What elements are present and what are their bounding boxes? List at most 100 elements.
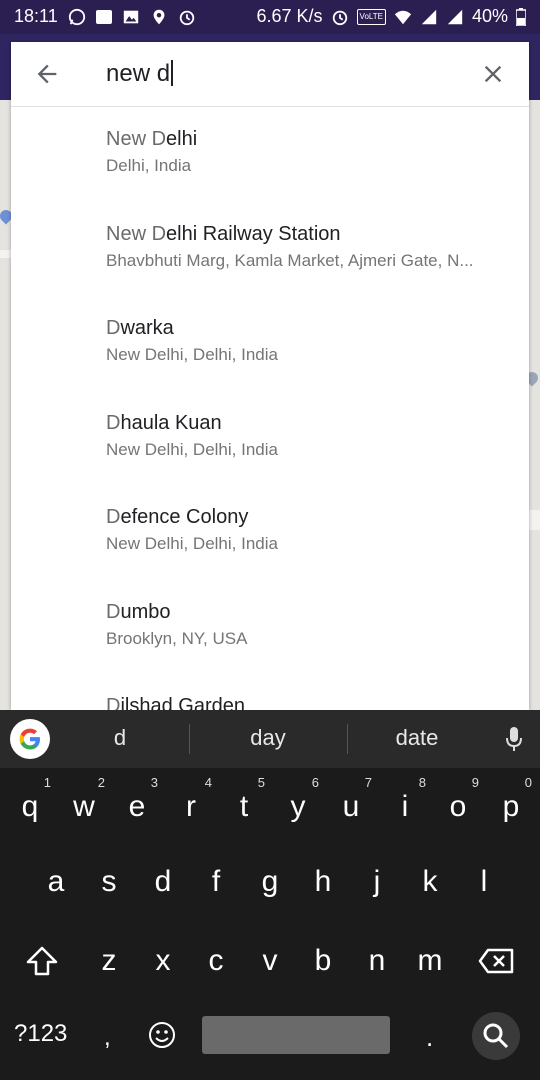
signal-icon (447, 9, 463, 24)
comma-key[interactable]: , (104, 1024, 111, 1052)
result-title: New Delhi Railway Station (106, 223, 341, 246)
key-a[interactable]: a (29, 847, 83, 917)
key-c[interactable]: c (189, 926, 243, 996)
key-label: m (417, 944, 443, 977)
key-s[interactable]: s (82, 847, 136, 917)
key-number-hint: 9 (471, 775, 479, 790)
key-i[interactable]: 8i (378, 772, 432, 842)
close-icon[interactable] (479, 60, 507, 88)
suggestion-divider (189, 724, 190, 754)
suggestion-item[interactable]: d (70, 725, 170, 751)
status-left: 18:11 (14, 6, 196, 27)
key-label: g (261, 865, 279, 898)
key-label: x (155, 944, 171, 977)
result-title-match: D (106, 411, 121, 434)
result-title-match: New D (106, 128, 167, 150)
map-road (528, 510, 540, 530)
key-label: a (47, 865, 65, 898)
key-r[interactable]: 4r (164, 772, 218, 842)
result-title-match: D (106, 506, 121, 528)
search-query-text: new d (106, 60, 171, 87)
result-title-rest: haula Kuan (120, 411, 222, 434)
result-subtitle: Bhavbhuti Marg, Kamla Market, Ajmeri Gat… (106, 250, 474, 270)
key-label: j (373, 865, 381, 898)
battery-percent: 40% (471, 6, 508, 26)
key-f[interactable]: f (189, 847, 243, 917)
zomato-icon (95, 9, 112, 24)
microphone-icon[interactable] (504, 726, 524, 752)
spacebar[interactable] (202, 1016, 390, 1054)
result-item[interactable]: Dwarka New Delhi, Delhi, India (11, 295, 529, 390)
arrow-back-icon[interactable] (33, 60, 61, 88)
key-q[interactable]: 1q (3, 772, 57, 842)
key-m[interactable]: m (403, 926, 457, 996)
key-k[interactable]: k (403, 847, 457, 917)
key-number-hint: 5 (257, 775, 265, 790)
result-item[interactable]: Dhaula Kuan New Delhi, Delhi, India (11, 390, 529, 485)
key-number-hint: 7 (364, 775, 372, 790)
suggestion-item[interactable]: day (208, 725, 328, 751)
key-label: y (290, 790, 306, 823)
wifi-icon (394, 10, 412, 24)
volte-badge: VoLTE (356, 8, 386, 25)
key-h[interactable]: h (296, 847, 350, 917)
result-title-match: New D (106, 222, 167, 245)
key-label: i (401, 790, 409, 823)
key-number-hint: 3 (150, 775, 158, 790)
status-time: 18:11 (14, 6, 58, 26)
key-v[interactable]: v (243, 926, 297, 996)
key-label: h (314, 865, 332, 898)
suggestion-item[interactable]: date (357, 725, 477, 751)
location-icon (153, 9, 165, 24)
key-x[interactable]: x (136, 926, 190, 996)
key-b[interactable]: b (296, 926, 350, 996)
key-l[interactable]: l (457, 847, 511, 917)
result-item[interactable]: Dilshad Garden (11, 673, 529, 710)
key-label: t (239, 790, 249, 823)
key-o[interactable]: 9o (431, 772, 485, 842)
result-title: Dhaula Kuan (106, 412, 222, 435)
key-label: k (422, 865, 438, 898)
shift-icon[interactable] (26, 946, 58, 976)
key-label: u (342, 790, 360, 823)
search-key[interactable] (472, 1012, 520, 1060)
google-logo-icon (19, 728, 40, 750)
results-list: New Delhi Delhi, India New Delhi Railway… (11, 106, 529, 710)
key-u[interactable]: 7u (324, 772, 378, 842)
key-g[interactable]: g (243, 847, 297, 917)
result-title-match: D (106, 600, 121, 623)
search-input[interactable]: new d (106, 60, 174, 88)
symbols-key[interactable]: ?123 (14, 1020, 67, 1048)
result-title: Dwarka (106, 317, 174, 340)
key-p[interactable]: 0p (484, 772, 538, 842)
key-label: p (502, 790, 520, 823)
result-item[interactable]: Dumbo Brooklyn, NY, USA (11, 579, 529, 674)
result-subtitle: New Delhi, Delhi, India (106, 534, 278, 553)
result-subtitle: New Delhi, Delhi, India (106, 345, 278, 364)
key-z[interactable]: z (82, 926, 136, 996)
key-n[interactable]: n (350, 926, 404, 996)
result-item[interactable]: New Delhi Delhi, India (11, 106, 529, 201)
key-label: n (368, 944, 386, 977)
key-e[interactable]: 3e (110, 772, 164, 842)
result-title: New Delhi (106, 128, 197, 151)
google-icon[interactable] (10, 719, 50, 759)
emoji-icon[interactable] (148, 1021, 176, 1049)
result-item[interactable]: New Delhi Railway Station Bhavbhuti Marg… (11, 201, 529, 296)
key-label: b (314, 944, 332, 977)
key-label: f (211, 865, 221, 898)
key-y[interactable]: 6y (271, 772, 325, 842)
result-item[interactable]: Defence Colony New Delhi, Delhi, India (11, 484, 529, 579)
key-t[interactable]: 5t (217, 772, 271, 842)
key-d[interactable]: d (136, 847, 190, 917)
key-w[interactable]: 2w (57, 772, 111, 842)
alarm-icon (179, 10, 194, 25)
alarm-icon (332, 10, 347, 25)
signal-icon (421, 9, 437, 24)
result-title-rest: elhi Railway Station (166, 222, 341, 245)
result-subtitle: New Delhi, Delhi, India (106, 439, 278, 459)
gallery-icon (123, 10, 138, 23)
backspace-icon[interactable] (478, 948, 514, 974)
key-j[interactable]: j (350, 847, 404, 917)
period-key[interactable]: . (426, 1022, 433, 1053)
